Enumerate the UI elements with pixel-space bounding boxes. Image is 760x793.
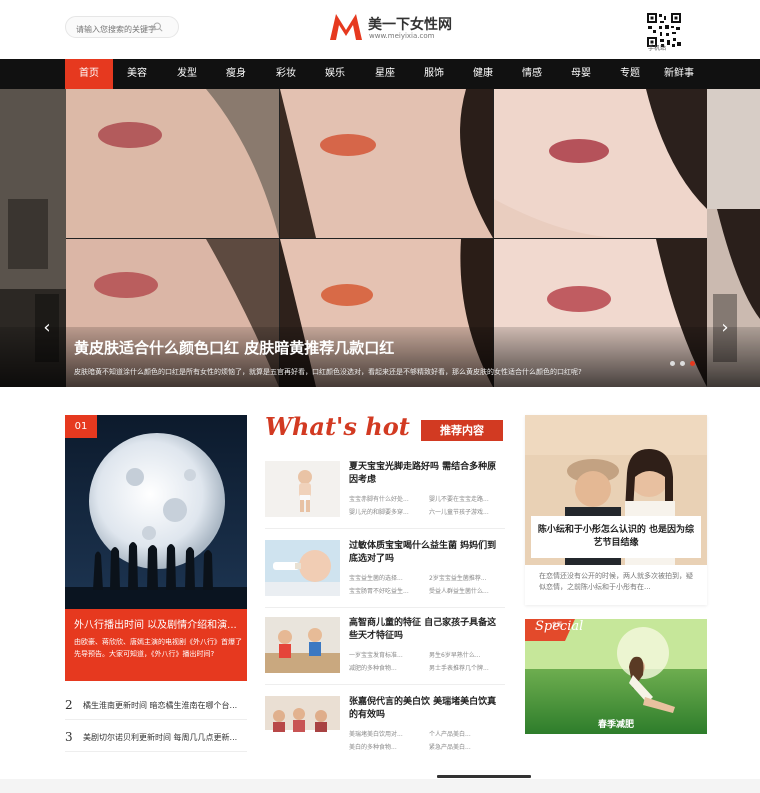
related-link[interactable]: 婴儿不要在宝宝走路...: [429, 494, 499, 503]
rank-number: 3: [65, 730, 73, 744]
nav-item-fashion[interactable]: 服饰: [410, 59, 458, 89]
nav-item-home[interactable]: 首页: [65, 59, 113, 89]
hero-prev-arrow-icon[interactable]: ‹: [35, 294, 59, 362]
logo-text: 美一下女性网: [368, 17, 452, 33]
nav-item-horoscope[interactable]: 星座: [361, 59, 409, 89]
nav-item-entertainment[interactable]: 娱乐: [311, 59, 359, 89]
nav-item-topics[interactable]: 专题: [606, 59, 654, 89]
search-icon[interactable]: [153, 22, 163, 32]
logo-url: www.meiyixia.com: [369, 32, 435, 40]
related-link[interactable]: 婴儿光的和脚要多穿...: [349, 507, 419, 516]
baby-walking-thumbnail: [265, 461, 340, 517]
related-link[interactable]: 美瑞堵美白饮用对...: [349, 729, 419, 738]
nav-item-news[interactable]: 新鲜事: [655, 59, 703, 89]
article-title[interactable]: 张嘉倪代言的美白饮 美瑞堵美白饮真的有效吗: [349, 696, 505, 722]
article-title[interactable]: 高智商儿童的特征 自己家孩子具备这些天才特征吗: [349, 617, 505, 643]
site-logo[interactable]: 美一下女性网 www.meiyixia.com: [328, 12, 452, 46]
special-badge-cn: 专题: [552, 622, 563, 628]
main-nav: 首页 美容 发型 瘦身 彩妆 娱乐 星座 服饰 健康 情感 母婴 专题 新鲜事: [0, 59, 760, 89]
hero-slide-dot[interactable]: [670, 361, 675, 366]
celebrity-article-card[interactable]: 陈小纭和于小彤怎么认识的 也是因为综艺节目结缘 在恋情还没有公开的时候，两人就多…: [525, 415, 707, 605]
article-item[interactable]: 张嘉倪代言的美白饮 美瑞堵美白饮真的有效吗 美瑞堵美白饮用对... 个人产品美白…: [265, 696, 505, 766]
baby-bottle-thumbnail: [265, 540, 340, 596]
related-link[interactable]: 宝宝肠胃不好吃益生...: [349, 586, 419, 595]
nav-item-health[interactable]: 健康: [459, 59, 507, 89]
related-link[interactable]: 受益人群益生菌什么...: [429, 586, 499, 595]
nav-item-beauty[interactable]: 美容: [113, 59, 161, 89]
related-link[interactable]: 个人产品美白...: [429, 729, 499, 738]
hero-headline[interactable]: 黄皮肤适合什么颜色口红 皮肤暗黄推荐几款口红: [74, 337, 394, 358]
hero-slide-dot[interactable]: [680, 361, 685, 366]
moon-silhouettes-image: [65, 415, 247, 609]
article-item[interactable]: 高智商儿童的特征 自己家孩子具备这些天才特征吗 一岁宝宝发育标准... 男生6岁…: [265, 617, 505, 687]
search-box[interactable]: [65, 16, 179, 40]
featured-article-title[interactable]: 外八行播出时间 以及剧情介绍和演...: [74, 616, 240, 631]
card-title[interactable]: 陈小纭和于小彤怎么认识的 也是因为综艺节目结缘: [537, 524, 695, 550]
divider: [265, 528, 505, 529]
children-thumbnail: [265, 617, 340, 673]
related-link[interactable]: 男生6岁早熟什么...: [429, 650, 499, 659]
nav-item-hairstyle[interactable]: 发型: [163, 59, 211, 89]
whats-hot-title: What's hot: [265, 412, 410, 441]
logo-m-icon: [330, 14, 362, 40]
hero-summary: 皮肤暗黄不知道涂什么颜色的口红是所有女性的烦恼了，就算是五官再好看，口红颜色没选…: [74, 368, 582, 376]
related-link[interactable]: 男士手表推荐几个牌...: [429, 663, 499, 672]
search-input[interactable]: [76, 19, 162, 40]
drinks-group-thumbnail: [265, 696, 340, 752]
hero-slide-dot-active[interactable]: [690, 361, 695, 366]
ranking-list-item[interactable]: 3 美剧切尔诺贝利更新时间 每周几几点更新...: [65, 722, 247, 752]
qr-label: 手机站: [648, 45, 667, 52]
article-title[interactable]: 过敏体质宝宝喝什么益生菌 妈妈们到底选对了吗: [349, 540, 505, 566]
rank-number-badge: 01: [65, 415, 97, 438]
nav-item-emotion[interactable]: 情感: [508, 59, 556, 89]
related-link[interactable]: 六一儿童节孩子游戏...: [429, 507, 499, 516]
card-desc: 在恋情还没有公开的时候，两人就多次被拍到，疑似恋情，之前陈小纭和于小彤有在...: [539, 572, 693, 591]
page-bottom-indicator: [437, 775, 531, 778]
nav-item-mother-baby[interactable]: 母婴: [557, 59, 605, 89]
ranking-list-item[interactable]: 2 橘生淮南更新时间 暗恋橘生淮南在哪个台...: [65, 690, 247, 720]
divider: [265, 684, 505, 685]
related-link[interactable]: 宝宝赤脚有什么好处...: [349, 494, 419, 503]
rank-title[interactable]: 橘生淮南更新时间 暗恋橘生淮南在哪个台...: [83, 700, 247, 711]
nav-item-slimming[interactable]: 瘦身: [212, 59, 260, 89]
whats-hot-heading: What's hot 推荐内容: [265, 412, 505, 446]
card-title-box: 陈小纭和于小彤怎么认识的 也是因为综艺节目结缘: [531, 516, 701, 558]
article-title[interactable]: 夏天宝宝光脚走路好吗 需结合多种原因考虑: [349, 461, 505, 487]
rank-number: 2: [65, 698, 73, 712]
featured-article-card[interactable]: 01 外八行播出时间 以及剧情介绍和演... 由欧豪、蒋欣欣、唐嫣主演的电视剧《…: [65, 415, 247, 681]
hero-slider[interactable]: 黄皮肤适合什么颜色口红 皮肤暗黄推荐几款口红 皮肤暗黄不知道涂什么颜色的口红是所…: [0, 89, 760, 387]
divider: [265, 607, 505, 608]
hero-next-arrow-icon[interactable]: ›: [713, 294, 737, 362]
recommend-label: 推荐内容: [421, 420, 503, 441]
article-item[interactable]: 过敏体质宝宝喝什么益生菌 妈妈们到底选对了吗 宝宝益生菌的选择... 2岁宝宝益…: [265, 540, 505, 610]
related-link[interactable]: 一岁宝宝发育标准...: [349, 650, 419, 659]
nav-item-makeup[interactable]: 彩妆: [262, 59, 310, 89]
page-bottom-band: [0, 779, 760, 793]
featured-article-desc: 由欧豪、蒋欣欣、唐嫣主演的电视剧《外八行》首爆了先导预告。大家可知道，《外八行》…: [74, 638, 242, 658]
rank-title[interactable]: 美剧切尔诺贝利更新时间 每周几几点更新...: [83, 732, 247, 743]
site-header: 美一下女性网 www.meiyixia.com 手机站: [0, 0, 760, 59]
related-link[interactable]: 紧急产品美白...: [429, 742, 499, 751]
special-topic-card[interactable]: Special 专题 春季减肥: [525, 619, 707, 734]
article-item[interactable]: 夏天宝宝光脚走路好吗 需结合多种原因考虑 宝宝赤脚有什么好处... 婴儿不要在宝…: [265, 461, 505, 531]
related-link[interactable]: 美白的多种食物...: [349, 742, 419, 751]
related-link[interactable]: 宝宝益生菌的选择...: [349, 573, 419, 582]
related-link[interactable]: 减肥的多种食物...: [349, 663, 419, 672]
special-topic-label[interactable]: 春季减肥: [525, 717, 707, 730]
related-link[interactable]: 2岁宝宝益生菌推荐...: [429, 573, 499, 582]
